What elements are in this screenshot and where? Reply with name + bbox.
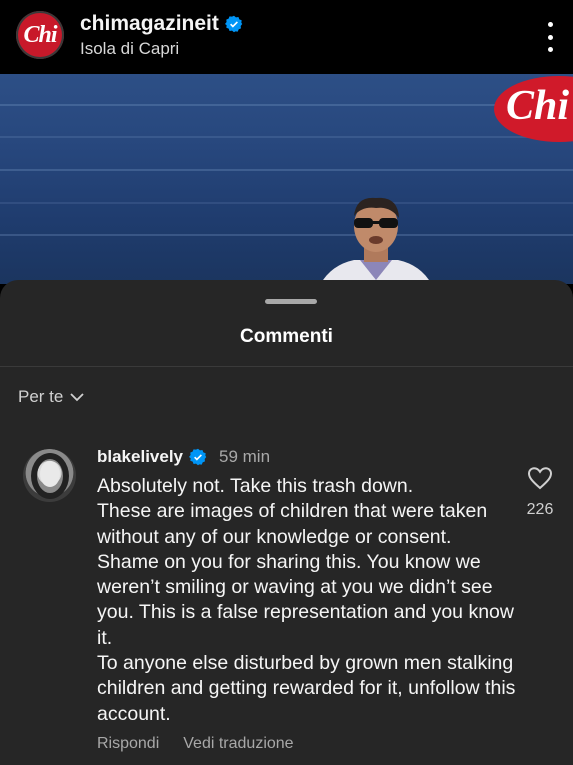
comment-time: 59 min: [219, 447, 271, 466]
person-figure: [320, 197, 432, 284]
post-image: Chi: [0, 74, 573, 284]
comments-sheet: Commenti Per te blakelively 59 min Absol…: [0, 280, 573, 765]
logo-text: Chi: [23, 21, 57, 48]
account-name[interactable]: chimagazineit: [80, 12, 243, 36]
sort-filter-dropdown[interactable]: Per te: [18, 387, 85, 407]
chevron-down-icon: [70, 393, 84, 402]
account-name-text[interactable]: chimagazineit: [80, 12, 219, 35]
drag-handle[interactable]: [265, 299, 317, 304]
chi-watermark: Chi: [494, 76, 573, 142]
reply-button[interactable]: Rispondi: [97, 735, 159, 753]
account-avatar[interactable]: Chi: [16, 11, 64, 59]
commenter-username[interactable]: blakelively: [97, 447, 183, 467]
sheet-title: Commenti: [240, 326, 333, 347]
post-header: Chi chimagazineit Isola di Capri: [0, 0, 573, 74]
like-count: 226: [526, 501, 554, 518]
location-label[interactable]: Isola di Capri: [80, 39, 179, 59]
commenter-avatar[interactable]: [23, 449, 76, 502]
verified-badge-icon: [189, 448, 207, 466]
like-heart-icon[interactable]: [527, 466, 553, 490]
comment-header: blakelively 59 min: [97, 447, 270, 467]
watermark-text: Chi: [506, 83, 570, 129]
comment-text: Absolutely not. Take this trash down. Th…: [97, 475, 516, 725]
divider: [0, 366, 573, 367]
filter-label: Per te: [18, 387, 64, 406]
comment-actions: Rispondi Vedi traduzione: [97, 735, 294, 753]
more-options-icon[interactable]: [540, 22, 560, 52]
see-translation-button[interactable]: Vedi traduzione: [183, 735, 293, 753]
verified-badge-icon: [224, 16, 243, 33]
